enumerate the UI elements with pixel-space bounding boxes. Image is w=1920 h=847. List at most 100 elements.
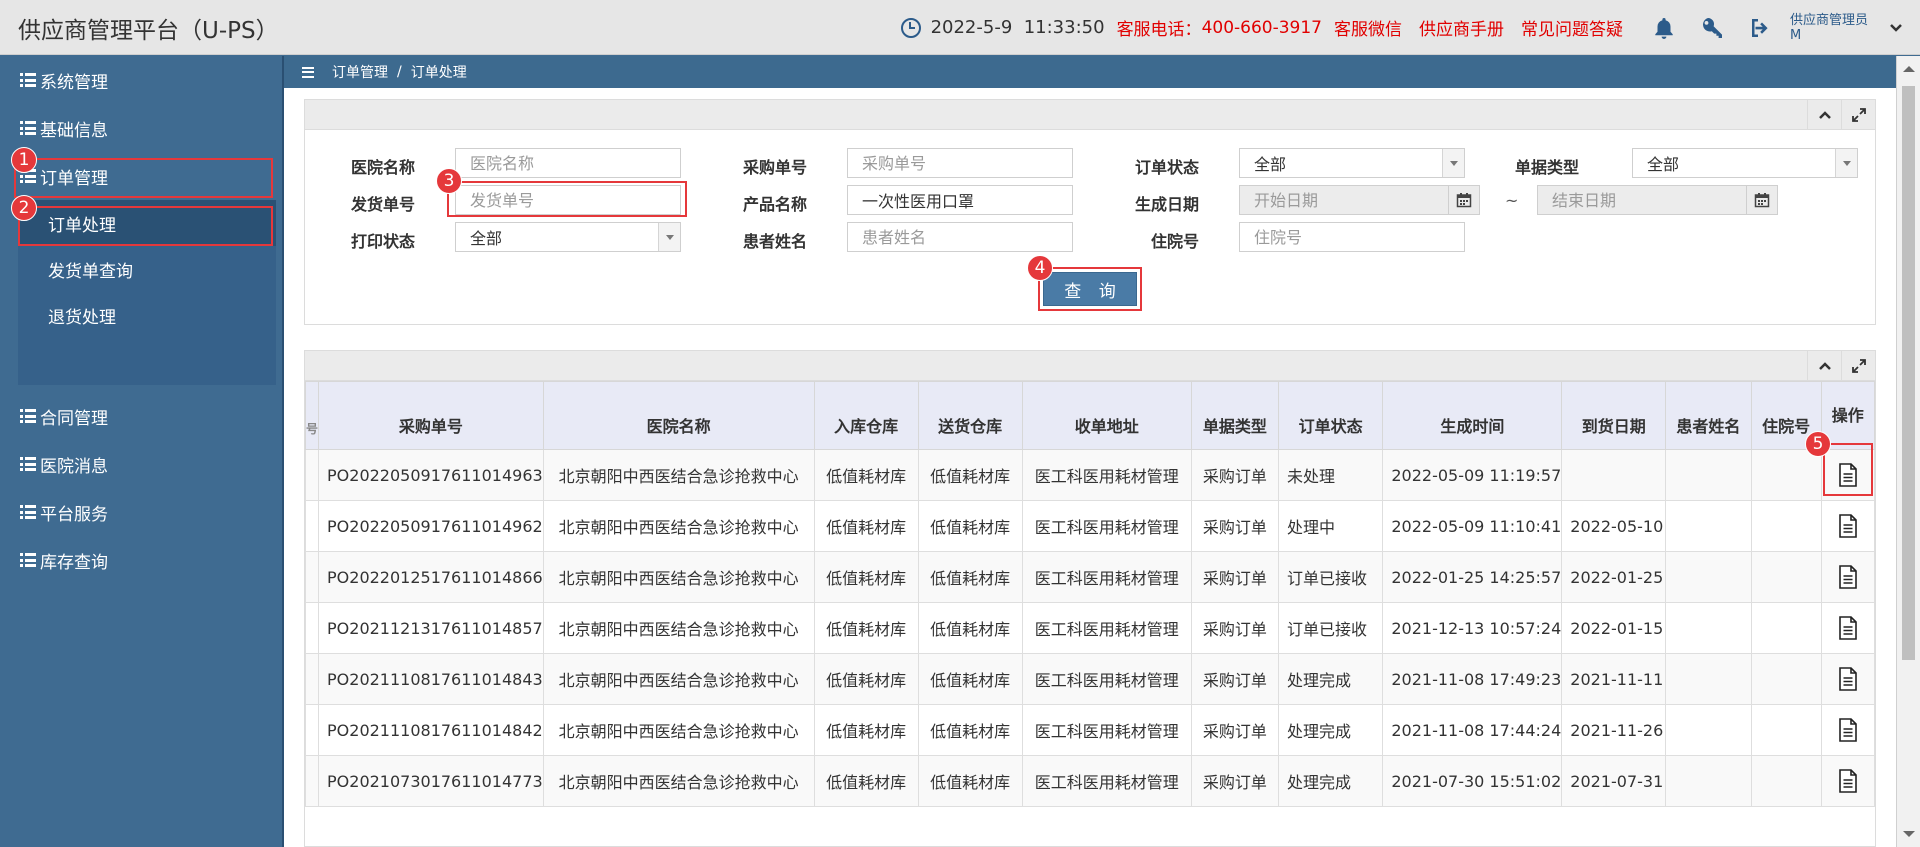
scroll-down-arrow[interactable] xyxy=(1903,831,1915,837)
column-header: 号 xyxy=(305,381,320,450)
cell-doc-type: 采购订单 xyxy=(1190,602,1279,654)
table-row[interactable]: PO2022050917611014962 北京朝阳中西医结合急诊抢救中心 低值耗材… xyxy=(305,500,1875,552)
doc-type-select[interactable]: 全部 xyxy=(1632,148,1858,178)
print-status-select[interactable]: 全部 xyxy=(455,222,681,252)
column-header-patient: 患者姓名 xyxy=(1665,381,1752,450)
cell-patient xyxy=(1665,500,1752,552)
logout-icon[interactable] xyxy=(1747,15,1773,41)
sidebar-item-basic-info[interactable]: 基础信息 xyxy=(0,104,279,152)
breadcrumb-separator: / xyxy=(397,64,402,80)
chevron-down-icon[interactable] xyxy=(1888,19,1906,37)
sidebar-item-return-processing[interactable]: 退货处理 xyxy=(18,292,276,338)
expand-icon[interactable] xyxy=(1841,351,1875,381)
order-submenu: 订单处理 发货单查询 退货处理 xyxy=(18,200,276,385)
sidebar-item-shipment-query[interactable]: 发货单查询 xyxy=(18,246,276,292)
collapse-icon[interactable] xyxy=(1807,351,1841,381)
column-header-actions: 操作 xyxy=(1820,381,1875,450)
query-button[interactable]: 查 询 xyxy=(1043,272,1137,306)
ship-no-input[interactable] xyxy=(455,185,681,215)
sidebar-item-hospital-messages[interactable]: 医院消息 xyxy=(0,440,279,488)
list-icon xyxy=(20,73,36,87)
table-row[interactable]: PO2022050917611014963 北京朝阳中西医结合急诊抢救中心 低值耗材… xyxy=(305,449,1875,501)
caret-down-icon xyxy=(1442,149,1464,177)
list-icon xyxy=(20,409,36,423)
user-menu[interactable]: 供应商管理员 M xyxy=(1790,13,1884,43)
cell-inpatient xyxy=(1750,449,1822,501)
scroll-up-arrow[interactable] xyxy=(1903,66,1915,72)
wechat-service-link[interactable]: 客服微信 xyxy=(1334,15,1402,40)
cell-arrival xyxy=(1561,449,1667,501)
sidebar-item-contract[interactable]: 合同管理 xyxy=(0,392,279,440)
cell-edge xyxy=(305,653,320,705)
calendar-icon xyxy=(1754,193,1770,208)
start-calendar-button[interactable] xyxy=(1448,185,1480,215)
header-tools: 2022-5-9 11:33:50 客服电话： 400-660-3917 客服微… xyxy=(900,0,1906,55)
faq-link[interactable]: 常见问题答疑 xyxy=(1521,15,1623,40)
breadcrumb-current: 订单处理 xyxy=(410,65,467,81)
cell-in-warehouse: 低值耗材库 xyxy=(813,755,919,807)
column-header-in-warehouse: 入库仓库 xyxy=(813,381,919,450)
list-icon xyxy=(20,505,36,519)
cell-po: PO2021110817611014843 xyxy=(318,653,544,705)
cell-status: 订单已接收 xyxy=(1277,551,1384,603)
document-icon[interactable] xyxy=(1838,463,1858,487)
date-range-separator: ~ xyxy=(1505,191,1519,210)
table-row[interactable]: PO2021121317611014857 北京朝阳中西医结合急诊抢救中心 低值耗材… xyxy=(305,602,1875,654)
start-date-input[interactable] xyxy=(1239,185,1449,215)
document-icon[interactable] xyxy=(1838,769,1858,793)
cell-out-warehouse: 低值耗材库 xyxy=(917,551,1023,603)
clock-icon xyxy=(900,17,921,38)
document-icon[interactable] xyxy=(1838,514,1858,538)
sidebar-item-order-management[interactable]: 订单管理 xyxy=(0,152,279,200)
cell-status: 订单已接收 xyxy=(1277,602,1384,654)
doc-type-label: 单据类型 xyxy=(1514,158,1579,177)
expand-icon[interactable] xyxy=(1841,100,1875,130)
bell-icon[interactable] xyxy=(1651,15,1677,41)
cell-arrival: 2022-01-25 xyxy=(1561,551,1667,603)
cell-address: 医工科医用耗材管理 xyxy=(1021,755,1192,807)
sidebar-item-label: 平台服务 xyxy=(40,504,108,525)
hamburger-icon[interactable] xyxy=(302,66,314,78)
hotline-number: 400-660-3917 xyxy=(1201,17,1322,38)
product-input[interactable] xyxy=(847,185,1073,215)
page-scrollbar[interactable] xyxy=(1896,56,1920,847)
sidebar-item-inventory[interactable]: 库存查询 xyxy=(0,536,279,584)
table-row[interactable]: PO2021110817611014842 北京朝阳中西医结合急诊抢救中心 低值耗材… xyxy=(305,704,1875,756)
panel-header xyxy=(305,100,1875,130)
order-status-select[interactable]: 全部 xyxy=(1239,148,1465,178)
document-icon[interactable] xyxy=(1838,718,1858,742)
hotline-label: 客服电话： xyxy=(1116,20,1202,40)
collapse-icon[interactable] xyxy=(1807,100,1841,130)
cell-inpatient xyxy=(1750,653,1822,705)
document-icon[interactable] xyxy=(1838,667,1858,691)
sidebar-item-label: 系统管理 xyxy=(40,72,108,93)
sidebar-item-platform-service[interactable]: 平台服务 xyxy=(0,488,279,536)
sidebar-item-system[interactable]: 系统管理 xyxy=(0,56,279,104)
print-status-label: 打印状态 xyxy=(350,232,415,251)
end-date-input[interactable] xyxy=(1537,185,1747,215)
purchase-no-label: 采购单号 xyxy=(742,158,807,177)
end-calendar-button[interactable] xyxy=(1746,185,1778,215)
table-row[interactable]: PO2022012517611014866 北京朝阳中西医结合急诊抢救中心 低值耗材… xyxy=(305,551,1875,603)
document-icon[interactable] xyxy=(1838,565,1858,589)
app-title: 供应商管理平台（U-PS） xyxy=(18,18,279,44)
cell-address: 医工科医用耗材管理 xyxy=(1021,653,1192,705)
cell-actions xyxy=(1820,653,1875,705)
purchase-no-input[interactable] xyxy=(847,148,1073,178)
inpatient-input[interactable] xyxy=(1239,222,1465,252)
supplier-manual-link[interactable]: 供应商手册 xyxy=(1419,15,1504,40)
cell-out-warehouse: 低值耗材库 xyxy=(917,755,1023,807)
table-row[interactable]: PO2021110817611014843 北京朝阳中西医结合急诊抢救中心 低值耗材… xyxy=(305,653,1875,705)
patient-input[interactable] xyxy=(847,222,1073,252)
cell-patient xyxy=(1665,551,1752,603)
column-header-po: 采购单号 xyxy=(318,381,544,450)
table-row[interactable]: PO2021073017611014773 北京朝阳中西医结合急诊抢救中心 低值耗材… xyxy=(305,755,1875,807)
scroll-thumb[interactable] xyxy=(1902,86,1915,660)
document-icon[interactable] xyxy=(1838,616,1858,640)
breadcrumb-parent[interactable]: 订单管理 xyxy=(332,62,388,82)
hospital-input[interactable] xyxy=(455,148,681,178)
cell-inpatient xyxy=(1750,704,1822,756)
cell-address: 医工科医用耗材管理 xyxy=(1021,500,1192,552)
sidebar-item-order-processing[interactable]: 订单处理 xyxy=(18,200,276,246)
key-icon[interactable] xyxy=(1699,15,1725,41)
